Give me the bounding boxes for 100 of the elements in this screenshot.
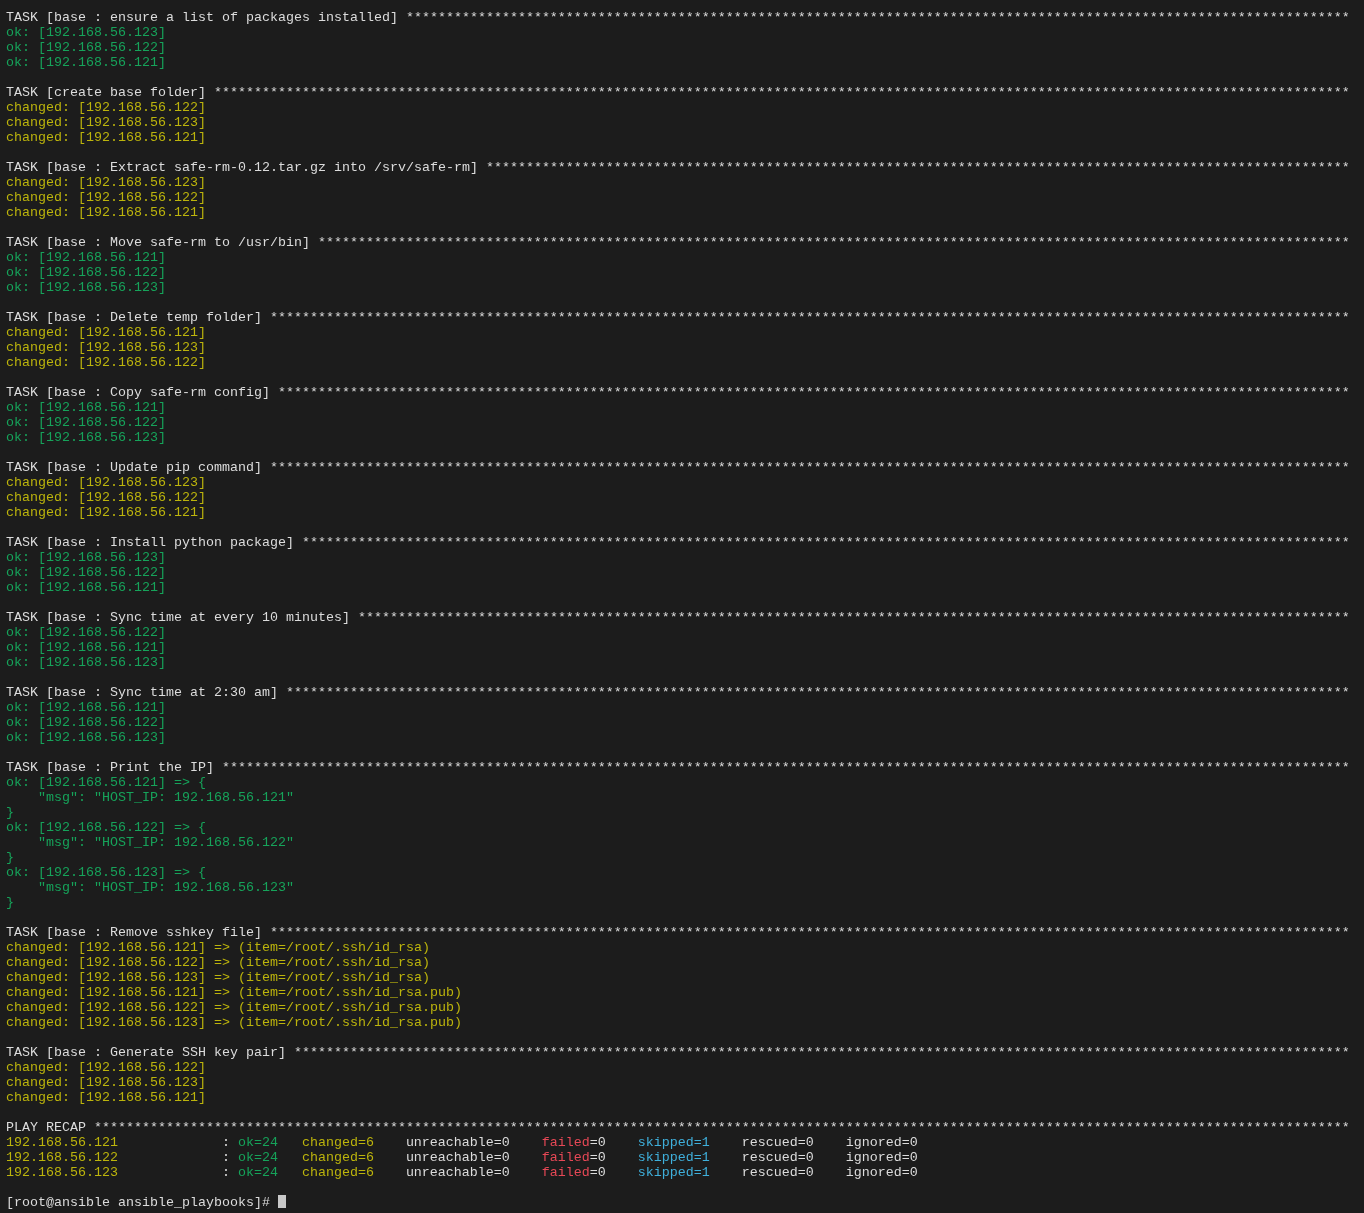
- recap-changed: changed=6: [301, 1135, 375, 1150]
- task-result: changed: [192.168.56.121]: [6, 130, 206, 145]
- task-result: changed: [192.168.56.121] => (item=/root/.ssh/id_rsa): [6, 940, 430, 955]
- header-rule: ***********************************************************************************************************************************: [301, 535, 1350, 550]
- recap-changed: changed=6: [301, 1165, 375, 1180]
- task-result: changed: [192.168.56.121]: [6, 325, 206, 340]
- task-result: ok: [192.168.56.123] => {: [6, 865, 206, 880]
- task-header: TASK [base : Delete temp folder]: [6, 310, 262, 325]
- task-header: TASK [base : Update pip command]: [6, 460, 262, 475]
- task-header: TASK [base : Install python package]: [6, 535, 294, 550]
- task-result: changed: [192.168.56.122]: [6, 355, 206, 370]
- recap-ok: ok=24: [237, 1165, 279, 1180]
- task-result: changed: [192.168.56.122] => (item=/root/.ssh/id_rsa.pub): [6, 1000, 462, 1015]
- task-result: ok: [192.168.56.123]: [6, 280, 166, 295]
- task-result: ok: [192.168.56.121]: [6, 55, 166, 70]
- header-rule: *************************************************************************************************************************************************************: [93, 1120, 1350, 1135]
- recap-unreachable: unreachable=0: [405, 1150, 511, 1165]
- task-result: ok: [192.168.56.122]: [6, 265, 166, 280]
- task-result: changed: [192.168.56.121]: [6, 205, 206, 220]
- task-result: ok: [192.168.56.122]: [6, 565, 166, 580]
- task-result: changed: [192.168.56.121] => (item=/root/.ssh/id_rsa.pub): [6, 985, 462, 1000]
- task-result: }: [6, 850, 14, 865]
- task-result: "msg": "HOST_IP: 192.168.56.122": [38, 835, 294, 850]
- header-rule: *********************************************************************************************************************************************: [221, 760, 1350, 775]
- recap-rescued: rescued=0: [741, 1135, 815, 1150]
- task-result: ok: [192.168.56.122] => {: [6, 820, 206, 835]
- task-result: changed: [192.168.56.122]: [6, 490, 206, 505]
- task-result: ok: [192.168.56.121]: [6, 400, 166, 415]
- recap-unreachable: unreachable=0: [405, 1165, 511, 1180]
- task-header: TASK [base : Extract safe-rm-0.12.tar.gz into /srv/safe-rm]: [6, 160, 478, 175]
- task-result: changed: [192.168.56.123]: [6, 175, 206, 190]
- recap-skipped: skipped=1: [637, 1150, 711, 1165]
- header-rule: *************************************************************************************************************************************: [285, 685, 1350, 700]
- task-result: ok: [192.168.56.122]: [6, 415, 166, 430]
- task-result: ok: [192.168.56.121]: [6, 640, 166, 655]
- task-header: TASK [base : Sync time at 2:30 am]: [6, 685, 278, 700]
- shell-prompt: [root@ansible ansible_playbooks]#: [6, 1195, 270, 1210]
- task-result: changed: [192.168.56.122]: [6, 190, 206, 205]
- task-header: TASK [create base folder]: [6, 85, 206, 100]
- recap-separator: :: [221, 1150, 231, 1165]
- task-header: TASK [base : Copy safe-rm config]: [6, 385, 270, 400]
- recap-ignored: ignored=0: [845, 1135, 918, 1150]
- header-rule: ***************************************************************************************************************************************: [269, 460, 1350, 475]
- task-result: "msg": "HOST_IP: 192.168.56.121": [38, 790, 294, 805]
- task-result: ok: [192.168.56.123]: [6, 550, 166, 565]
- header-rule: ************************************************************************************************************: [485, 160, 1350, 175]
- header-rule: **********************************************************************************************************************: [405, 10, 1350, 25]
- task-result: ok: [192.168.56.121]: [6, 580, 166, 595]
- header-rule: ***************************************************************************************************************************************: [269, 310, 1350, 325]
- task-result: ok: [192.168.56.121]: [6, 250, 166, 265]
- task-result: ok: [192.168.56.123]: [6, 730, 166, 745]
- task-result: changed: [192.168.56.123] => (item=/root/.ssh/id_rsa): [6, 970, 430, 985]
- recap-skipped: skipped=1: [637, 1165, 711, 1180]
- task-result: ok: [192.168.56.121]: [6, 700, 166, 715]
- task-result: changed: [192.168.56.122]: [6, 100, 206, 115]
- recap-ignored: ignored=0: [845, 1150, 918, 1165]
- task-header: TASK [base : Remove sshkey file]: [6, 925, 262, 940]
- recap-ignored: ignored=0: [845, 1165, 918, 1180]
- task-header: TASK [base : ensure a list of packages installed]: [6, 10, 398, 25]
- task-result: changed: [192.168.56.123]: [6, 115, 206, 130]
- task-result: ok: [192.168.56.122]: [6, 625, 166, 640]
- task-result: changed: [192.168.56.122]: [6, 1060, 206, 1075]
- task-header: TASK [base : Generate SSH key pair]: [6, 1045, 286, 1060]
- task-result: }: [6, 895, 14, 910]
- task-result: ok: [192.168.56.122]: [6, 40, 166, 55]
- task-result: changed: [192.168.56.123]: [6, 1075, 206, 1090]
- header-rule: **********************************************************************************************************************************************: [213, 85, 1350, 100]
- text-cursor: [277, 1195, 286, 1208]
- recap-separator: :: [221, 1135, 231, 1150]
- task-result: }: [6, 805, 14, 820]
- task-result: changed: [192.168.56.123] => (item=/root/.ssh/id_rsa.pub): [6, 1015, 462, 1030]
- recap-changed: changed=6: [301, 1150, 375, 1165]
- recap-host: 192.168.56.123: [6, 1165, 119, 1180]
- recap-rescued: rescued=0: [741, 1150, 815, 1165]
- recap-header: PLAY RECAP: [6, 1120, 86, 1135]
- header-rule: *********************************************************************************************************************************: [317, 235, 1350, 250]
- task-result: changed: [192.168.56.122] => (item=/root/.ssh/id_rsa): [6, 955, 430, 970]
- recap-failed: failed=0: [541, 1165, 607, 1180]
- recap-separator: :: [221, 1165, 231, 1180]
- task-result: "msg": "HOST_IP: 192.168.56.123": [38, 880, 294, 895]
- task-result: changed: [192.168.56.123]: [6, 475, 206, 490]
- recap-host: 192.168.56.122: [6, 1150, 119, 1165]
- task-result: ok: [192.168.56.123]: [6, 25, 166, 40]
- header-rule: ************************************************************************************************************************************: [293, 1045, 1350, 1060]
- task-result: changed: [192.168.56.121]: [6, 505, 206, 520]
- task-result: ok: [192.168.56.123]: [6, 430, 166, 445]
- header-rule: ***************************************************************************************************************************************: [269, 925, 1350, 940]
- recap-failed: failed=0: [541, 1150, 607, 1165]
- task-result: ok: [192.168.56.121] => {: [6, 775, 206, 790]
- task-result: ok: [192.168.56.123]: [6, 655, 166, 670]
- task-result: ok: [192.168.56.122]: [6, 715, 166, 730]
- recap-skipped: skipped=1: [637, 1135, 711, 1150]
- recap-rescued: rescued=0: [741, 1165, 815, 1180]
- recap-unreachable: unreachable=0: [405, 1135, 511, 1150]
- recap-failed: failed=0: [541, 1135, 607, 1150]
- recap-ok: ok=24: [237, 1150, 279, 1165]
- header-rule: ****************************************************************************************************************************: [357, 610, 1350, 625]
- task-result: changed: [192.168.56.123]: [6, 340, 206, 355]
- recap-host: 192.168.56.121: [6, 1135, 119, 1150]
- task-header: TASK [base : Sync time at every 10 minutes]: [6, 610, 350, 625]
